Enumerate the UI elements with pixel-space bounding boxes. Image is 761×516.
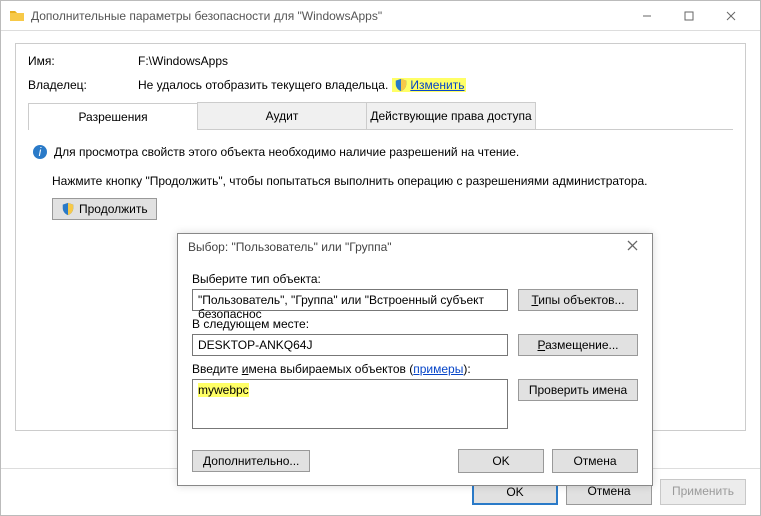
locations-button[interactable]: Размещение... xyxy=(518,334,638,356)
object-type-field[interactable]: "Пользователь", "Группа" или "Встроенный… xyxy=(192,289,508,311)
tab-pane-permissions: i Для просмотра свойств этого объекта не… xyxy=(28,130,733,224)
tab-permissions[interactable]: Разрешения xyxy=(28,103,198,130)
name-value: F:\WindowsApps xyxy=(138,54,228,68)
owner-label: Владелец: xyxy=(28,78,138,92)
dialog-titlebar: Выбор: "Пользователь" или "Группа" xyxy=(178,234,652,260)
dialog-cancel-button[interactable]: Отмена xyxy=(552,449,638,473)
select-user-group-dialog: Выбор: "Пользователь" или "Группа" Выбер… xyxy=(177,233,653,486)
object-types-button[interactable]: ТТипы объектов...ипы объектов... xyxy=(518,289,638,311)
advanced-button[interactable]: Дополнительно... xyxy=(192,450,310,472)
instruction-text: Нажмите кнопку "Продолжить", чтобы попыт… xyxy=(52,174,729,188)
shield-icon xyxy=(394,78,408,92)
tab-effective-access[interactable]: Действующие права доступа xyxy=(366,102,536,129)
info-text: Для просмотра свойств этого объекта необ… xyxy=(54,145,519,159)
folder-icon xyxy=(9,8,25,24)
object-names-value: mywebpc xyxy=(198,383,249,397)
minimize-button[interactable] xyxy=(626,2,668,30)
owner-value: Не удалось отобразить текущего владельца… xyxy=(138,78,388,92)
change-owner-link[interactable]: Изменить xyxy=(410,78,464,92)
owner-change-highlight: Изменить xyxy=(392,78,466,92)
check-names-button[interactable]: Проверить имена xyxy=(518,379,638,401)
window-controls xyxy=(626,2,752,30)
continue-button-label: Продолжить xyxy=(79,202,148,216)
tabs: Разрешения Аудит Действующие права досту… xyxy=(28,102,733,130)
maximize-button[interactable] xyxy=(668,2,710,30)
object-names-label: Введите имена выбираемых объектов (приме… xyxy=(192,362,638,376)
close-button[interactable] xyxy=(710,2,752,30)
advanced-security-window: Дополнительные параметры безопасности дл… xyxy=(0,0,761,516)
object-type-label: Выберите тип объекта: xyxy=(192,272,638,286)
window-title: Дополнительные параметры безопасности дл… xyxy=(31,9,626,23)
location-label: В следующем месте: xyxy=(192,317,638,331)
info-icon: i xyxy=(32,144,48,160)
apply-button[interactable]: Применить xyxy=(660,479,746,505)
shield-icon xyxy=(61,202,75,216)
titlebar: Дополнительные параметры безопасности дл… xyxy=(1,1,760,31)
dialog-title: Выбор: "Пользователь" или "Группа" xyxy=(188,240,392,254)
continue-button[interactable]: Продолжить xyxy=(52,198,157,220)
location-field[interactable]: DESKTOP-ANKQ64J xyxy=(192,334,508,356)
name-row: Имя: F:\WindowsApps xyxy=(28,54,733,68)
object-names-input[interactable]: mywebpc xyxy=(192,379,508,429)
examples-link[interactable]: примеры xyxy=(413,362,463,376)
owner-row: Владелец: Не удалось отобразить текущего… xyxy=(28,78,733,92)
dialog-footer: Дополнительно... OK Отмена xyxy=(178,441,652,485)
content-area: Имя: F:\WindowsApps Владелец: Не удалось… xyxy=(1,31,760,468)
dialog-ok-button[interactable]: OK xyxy=(458,449,544,473)
tab-audit[interactable]: Аудит xyxy=(197,102,367,129)
info-row: i Для просмотра свойств этого объекта не… xyxy=(32,144,729,160)
dialog-close-button[interactable] xyxy=(623,240,642,254)
dialog-body: Выберите тип объекта: "Пользователь", "Г… xyxy=(178,260,652,441)
svg-text:i: i xyxy=(39,145,42,159)
name-label: Имя: xyxy=(28,54,138,68)
